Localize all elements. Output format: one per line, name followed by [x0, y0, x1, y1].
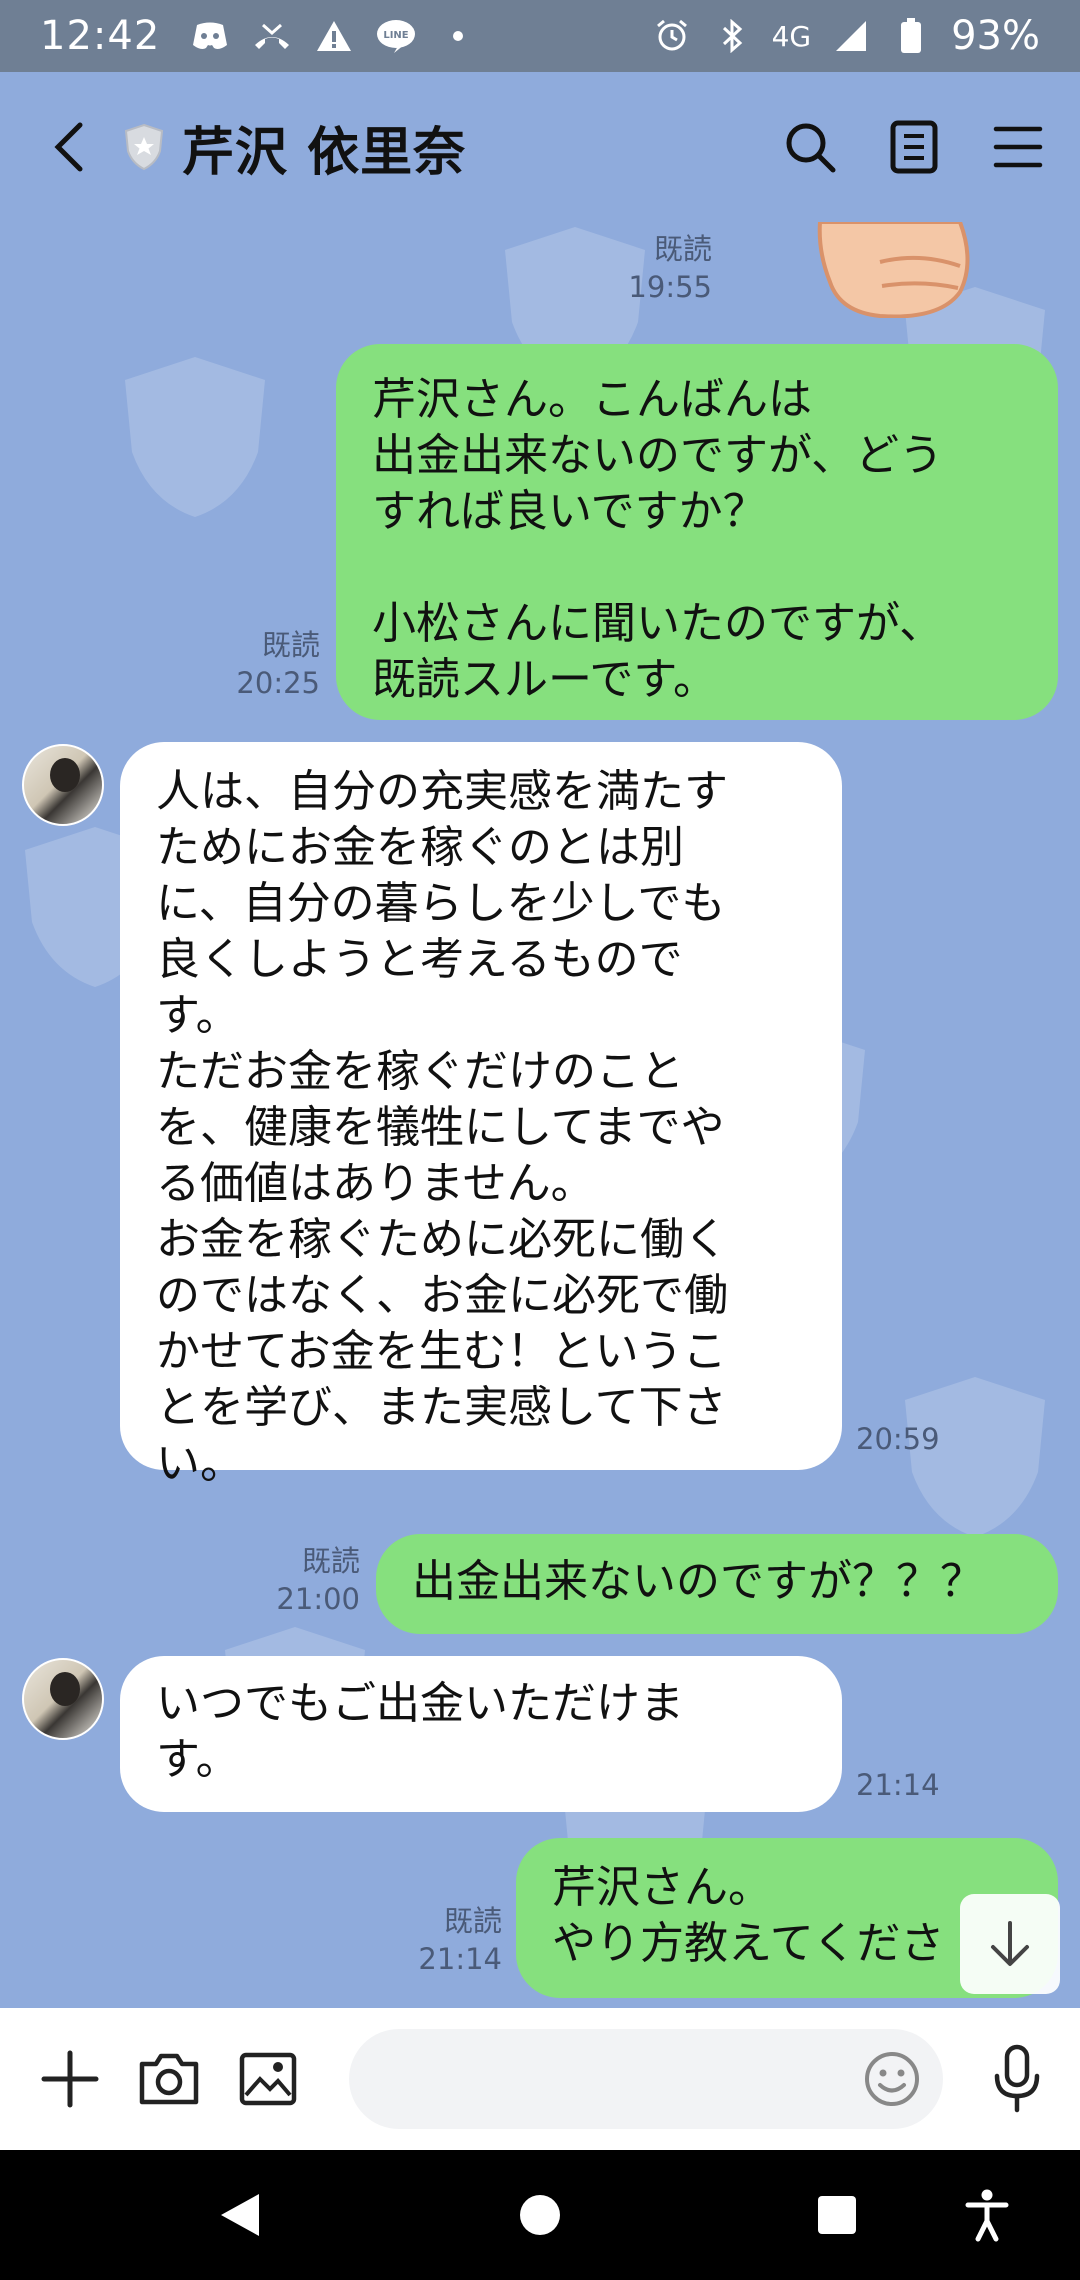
message-time: 20:59 — [856, 1422, 940, 1456]
alarm-icon — [652, 16, 692, 56]
search-button[interactable] — [778, 115, 842, 179]
voice-message-button[interactable] — [983, 2037, 1052, 2121]
emoji-button[interactable] — [859, 2046, 925, 2112]
arrow-down-icon — [991, 1921, 1029, 1966]
accessibility-icon — [965, 2189, 1009, 2242]
svg-text:LINE: LINE — [384, 30, 409, 41]
notes-button[interactable] — [882, 115, 946, 179]
network-type: 4G — [771, 19, 812, 53]
system-icons: 4G 93% — [652, 13, 1040, 59]
header-actions — [778, 115, 1050, 179]
incoming-message-bubble[interactable]: 人は、自分の充実感を満たす ためにお金を稼ぐのとは別 に、自分の暮らしを少しでも… — [120, 742, 842, 1489]
camera-icon — [139, 2053, 198, 2105]
read-receipt: 既読 — [301, 1544, 360, 1578]
image-icon — [239, 2052, 296, 2106]
read-receipt: 既読 — [443, 1904, 502, 1938]
watermark-shield-icon — [125, 357, 265, 517]
menu-button[interactable] — [986, 115, 1050, 179]
back-button[interactable] — [30, 107, 110, 187]
bluetooth-icon — [712, 16, 752, 56]
notes-icon — [890, 120, 938, 174]
chat-title: 芹沢 依里奈 — [182, 122, 467, 183]
battery-icon — [891, 16, 931, 56]
camera-button[interactable] — [127, 2037, 210, 2121]
system-nav-bar — [0, 2150, 1080, 2280]
mic-icon — [995, 2044, 1040, 2113]
warning-icon — [314, 16, 354, 56]
add-button[interactable] — [28, 2037, 111, 2121]
outgoing-message-bubble[interactable]: 出金出来ないのですが？？？ — [376, 1534, 1058, 1634]
outgoing-message-bubble[interactable]: 芹沢さん。こんばんは 出金出来ないのですが、どう すれば良いですか？ 小松さんに… — [336, 344, 1058, 720]
image-button[interactable] — [226, 2037, 309, 2121]
back-triangle-icon — [221, 2194, 259, 2236]
menu-icon — [993, 126, 1043, 168]
message-time: 21:00 — [276, 1582, 360, 1616]
message-meta: 既読 21:00 — [250, 1542, 360, 1618]
read-receipt: 既読 — [653, 232, 712, 266]
nav-recents-button[interactable] — [792, 2170, 882, 2260]
discord-icon — [190, 16, 230, 56]
status-bar: 12:42 LINE 4G 93% — [0, 0, 1080, 72]
signal-icon — [831, 16, 871, 56]
message-input-bar — [0, 2008, 1080, 2150]
chat-header: 芹沢 依里奈 — [0, 72, 1080, 222]
status-time: 12:42 — [40, 13, 161, 59]
chat-area[interactable]: 既読 19:55 既読 20:25 芹沢さん。こんばんは 出金出来ないのですが、… — [0, 222, 1080, 2008]
message-input[interactable] — [349, 2029, 943, 2129]
missed-call-icon — [252, 16, 292, 56]
home-circle-icon — [520, 2195, 560, 2235]
message-meta: 既読 19:55 — [600, 230, 712, 306]
message-meta: 既読 21:14 — [390, 1902, 502, 1978]
scroll-to-bottom-button[interactable] — [960, 1894, 1060, 1994]
line-icon: LINE — [376, 16, 416, 56]
notification-icons: LINE — [190, 16, 478, 56]
verified-shield-icon — [124, 123, 164, 171]
message-time: 21:14 — [418, 1942, 502, 1976]
message-time: 20:25 — [236, 666, 320, 700]
dot-icon — [438, 16, 478, 56]
message-meta: 既読 20:25 — [220, 626, 320, 702]
contact-avatar[interactable] — [22, 1658, 104, 1740]
battery-percent: 93% — [951, 13, 1040, 59]
emoji-icon — [864, 2052, 919, 2106]
chevron-left-icon — [54, 122, 83, 172]
message-time: 19:55 — [628, 270, 712, 304]
recents-square-icon — [818, 2196, 856, 2234]
nav-back-button[interactable] — [195, 2170, 285, 2260]
sticker-image[interactable] — [810, 222, 970, 318]
accessibility-button[interactable] — [942, 2170, 1032, 2260]
search-icon — [786, 123, 836, 173]
message-time: 21:14 — [856, 1768, 940, 1802]
nav-home-button[interactable] — [495, 2170, 585, 2260]
contact-avatar[interactable] — [22, 744, 104, 826]
read-receipt: 既読 — [261, 628, 320, 662]
plus-icon — [41, 2050, 99, 2108]
incoming-message-bubble[interactable]: いつでもご出金いただけま す。 — [120, 1656, 842, 1812]
